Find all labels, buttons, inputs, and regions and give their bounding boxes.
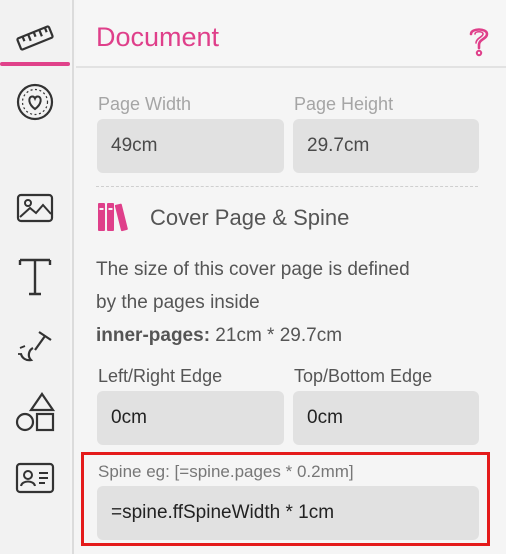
text-tool-button[interactable] [0,248,70,304]
page-height-label: Page Height [294,94,394,114]
section-description: The size of this cover page is defined b… [96,253,496,352]
brush-icon [18,331,52,362]
card-tool-button[interactable] [0,450,70,506]
section-title: Cover Page & Spine [150,205,350,230]
text-icon [18,258,52,296]
page-width-label: Page Width [98,94,192,114]
left-right-edge-field[interactable]: 0cm [97,391,284,445]
panel-title: Document [96,22,220,52]
page-height-field[interactable]: 29.7cm [293,119,479,173]
inner-pages-label: inner-pages: [96,325,211,346]
question-icon[interactable] [466,24,492,58]
sidebar-divider [72,0,74,554]
ruler-icon [16,25,54,51]
document-panel: Document Page Width 49cm Page Height 29.… [76,0,506,554]
id-card-icon [15,462,55,494]
spine-field[interactable]: =spine.ffSpineWidth * 1cm [97,486,479,540]
ruler-tool-button[interactable] [0,10,70,66]
inner-pages-size: 21cm * 29.7cm [210,325,343,346]
books-icon [98,203,128,232]
panel-header: Document [76,0,506,68]
page-width-field[interactable]: 49cm [97,119,284,173]
description-line-1: The size of this cover page is defined [96,259,410,280]
shapes-tool-button[interactable] [0,384,70,440]
image-tool-button[interactable] [0,180,70,236]
left-right-edge-label: Left/Right Edge [98,366,223,386]
tool-sidebar [0,0,70,554]
shapes-icon [15,392,56,432]
top-bottom-edge-field[interactable]: 0cm [293,391,479,445]
top-bottom-edge-label: Top/Bottom Edge [294,366,433,386]
description-line-2: by the pages inside [96,292,260,313]
spine-label: Spine eg: [=spine.pages * 0.2mm] [98,462,354,481]
image-icon [16,193,54,223]
inner-pages-line: inner-pages: 21cm * 29.7cm [96,319,496,352]
heart-tool-button[interactable] [0,74,70,130]
brush-tool-button[interactable] [0,318,70,374]
section-divider [96,186,478,187]
heart-circle-icon [16,83,54,121]
